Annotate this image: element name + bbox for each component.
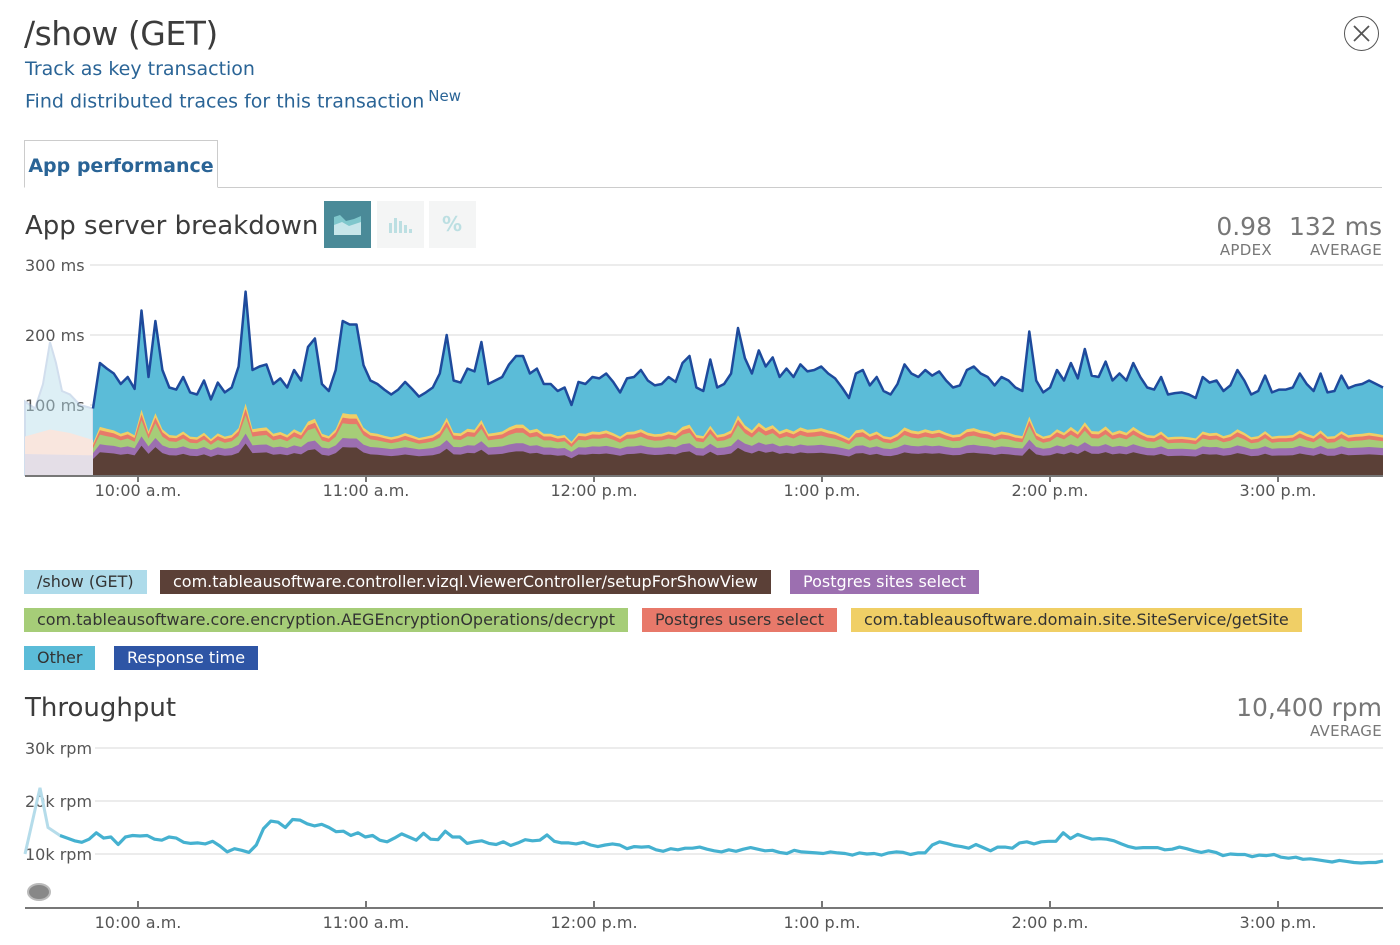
- y-tick-label: 200 ms: [25, 326, 85, 345]
- svg-text:%: %: [442, 213, 462, 235]
- legend-item[interactable]: Response time: [114, 646, 259, 670]
- histogram-view-button[interactable]: [377, 201, 424, 248]
- earlier-layers-area: [25, 454, 93, 475]
- x-tick-label: 10:00 a.m.: [95, 913, 182, 932]
- x-tick-label: 11:00 a.m.: [323, 481, 410, 500]
- x-tick-label: 12:00 p.m.: [550, 481, 637, 500]
- legend-item[interactable]: com.tableausoftware.controller.vizql.Vie…: [160, 570, 771, 594]
- percent-view-button[interactable]: %: [429, 201, 476, 248]
- close-button[interactable]: [1344, 16, 1379, 51]
- legend-item[interactable]: /show (GET): [24, 570, 147, 594]
- legend-item[interactable]: com.tableausoftware.domain.site.SiteServ…: [851, 608, 1302, 632]
- legend-item[interactable]: com.tableausoftware.core.encryption.AEGE…: [24, 608, 628, 632]
- distributed-traces-link[interactable]: Find distributed traces for this transac…: [25, 90, 424, 112]
- distributed-traces-link-row: Find distributed traces for this transac…: [25, 87, 461, 112]
- x-tick-label: 3:00 p.m.: [1240, 481, 1317, 500]
- x-tick-label: 12:00 p.m.: [550, 913, 637, 932]
- percent-icon: %: [442, 213, 462, 235]
- legend-item[interactable]: Other: [24, 646, 96, 670]
- y-tick-label: 30k rpm: [25, 739, 92, 758]
- histogram-icon: [389, 218, 412, 233]
- y-tick-label: 10k rpm: [25, 845, 92, 864]
- area-chart-icon: [334, 215, 361, 235]
- tab-bar-divider: [24, 187, 1382, 188]
- x-tick-label: 1:00 p.m.: [784, 913, 861, 932]
- throughput-chart[interactable]: 30k rpm20k rpm10k rpm10:00 a.m. 11:00 a.m…: [0, 735, 1400, 945]
- x-tick-label: 3:00 p.m.: [1240, 913, 1317, 932]
- area-chart-view-button[interactable]: [324, 201, 371, 248]
- app-server-breakdown-title: App server breakdown: [25, 211, 319, 241]
- x-tick-label: 11:00 a.m.: [323, 913, 410, 932]
- earlier-window-area: [24, 341, 94, 476]
- average-response-value: 132 ms: [1288, 212, 1382, 241]
- page-title: /show (GET): [24, 14, 218, 53]
- new-badge: New: [428, 87, 461, 105]
- throughput-average-metric: 10,400 rpm AVERAGE: [1180, 693, 1382, 740]
- drag-handle-icon[interactable]: [27, 883, 51, 901]
- throughput-average-value: 10,400 rpm: [1236, 693, 1382, 722]
- legend-item[interactable]: Postgres users select: [642, 608, 837, 632]
- apdex-value: 0.98: [1216, 212, 1272, 241]
- tab-app-performance[interactable]: App performance: [24, 140, 218, 188]
- app-server-breakdown-chart[interactable]: 300 ms200 ms100 ms10:00 a.m.11:00 a.m.12…: [0, 250, 1400, 510]
- close-icon: [1353, 25, 1370, 42]
- y-tick-label: 300 ms: [25, 256, 85, 275]
- x-tick-label: 1:00 p.m.: [784, 481, 861, 500]
- x-tick-label: 2:00 p.m.: [1012, 481, 1089, 500]
- x-tick-label: 2:00 p.m.: [1012, 913, 1089, 932]
- legend-item[interactable]: Postgres sites select: [790, 570, 979, 594]
- x-tick-label: 10:00 a.m.: [95, 481, 182, 500]
- throughput-title: Throughput: [25, 693, 177, 723]
- track-key-transaction-link[interactable]: Track as key transaction: [25, 58, 255, 80]
- throughput-line: [59, 817, 1384, 865]
